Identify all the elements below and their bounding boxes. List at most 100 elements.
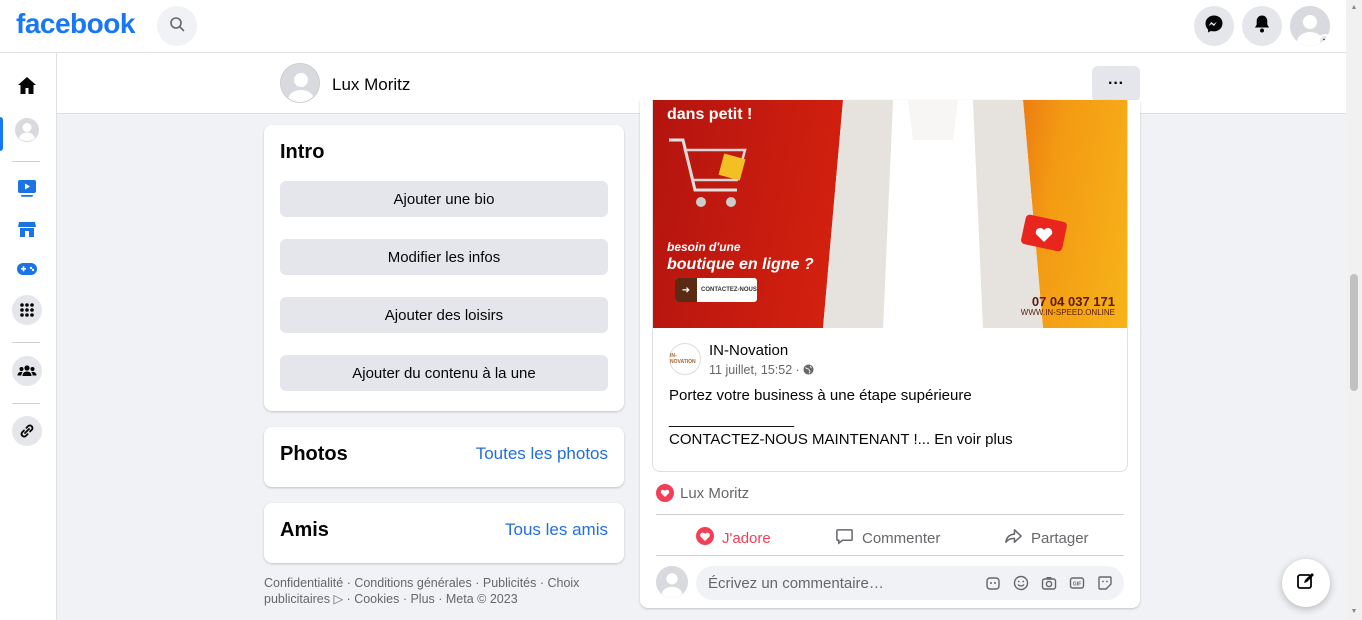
globe-icon (803, 363, 814, 377)
share-label: Partager (1031, 529, 1089, 547)
more-dots-icon: ··· (1108, 75, 1124, 92)
ad-website: WWW.IN-SPEED.ONLINE (1020, 308, 1115, 317)
shared-post[interactable]: dans petit ! besoin d'une boutique en li… (652, 100, 1128, 472)
rail-divider (12, 342, 40, 343)
gif-icon[interactable]: GIF (1068, 574, 1086, 592)
share-button[interactable]: Partager (1004, 522, 1089, 554)
page-avatar[interactable]: IN-NOVATION (669, 343, 701, 375)
more-options-button[interactable]: ··· (1092, 66, 1140, 102)
arrow-right-icon: ➜ (675, 278, 697, 302)
post-text-truncated: CONTACTEZ-NOUS MAINTENANT !... (669, 431, 931, 448)
reactor-name: Lux Moritz (680, 484, 750, 502)
ad-subline-1: besoin d'une (667, 240, 741, 254)
rail-gaming[interactable] (12, 256, 42, 286)
rail-groups[interactable] (12, 355, 42, 391)
see-all-photos-link[interactable]: Toutes les photos (476, 444, 608, 464)
see-more-link[interactable]: En voir plus (934, 431, 1012, 448)
comment-button[interactable]: Commenter (835, 522, 940, 554)
friends-title: Amis (280, 519, 329, 541)
post-card: dans petit ! besoin d'une boutique en li… (640, 100, 1140, 608)
rail-video[interactable] (12, 175, 42, 205)
photos-card: Photos Toutes les photos (264, 427, 624, 487)
rail-marketplace[interactable] (12, 216, 42, 246)
ad-contact-label: CONTACTEZ-NOUS (701, 287, 757, 293)
see-all-friends-link[interactable]: Tous les amis (505, 520, 608, 540)
share-icon (1004, 527, 1023, 550)
page-scrollbar[interactable]: ▲ ▼ (1346, 0, 1362, 620)
comment-input[interactable]: Écrivez un commentaire… GIF (696, 566, 1124, 600)
footer-line[interactable]: Confidentialité · Conditions générales ·… (264, 575, 624, 591)
left-rail (0, 53, 57, 620)
page-avatar-logo: IN-NOVATION (670, 353, 696, 365)
scroll-up-icon[interactable]: ▲ (1350, 4, 1358, 12)
chevron-down-icon: ▾ (1318, 34, 1330, 46)
ad-headline: dans petit ! (667, 106, 753, 123)
add-hobbies-button[interactable]: Ajouter des loisirs (280, 297, 608, 333)
messenger-button[interactable] (1194, 6, 1234, 46)
divider (656, 514, 1124, 515)
rail-home[interactable] (12, 73, 42, 103)
page-name[interactable]: IN-Novation (709, 342, 788, 359)
notifications-button[interactable] (1242, 6, 1282, 46)
search-icon (169, 16, 185, 37)
comment-label: Commenter (862, 529, 941, 547)
new-message-button[interactable] (1282, 559, 1330, 607)
love-reaction-icon (656, 484, 674, 502)
default-avatar-icon (656, 566, 688, 598)
post-body: Portez votre business à une étape supéri… (669, 386, 1119, 450)
rail-divider (12, 403, 40, 404)
friends-card: Amis Tous les amis (264, 503, 624, 563)
post-time-text: 11 juillet, 15:52 · (709, 363, 800, 377)
marketplace-icon (17, 219, 37, 244)
commenter-avatar[interactable] (656, 566, 688, 598)
post-text-line: CONTACTEZ-NOUS MAINTENANT !... En voir p… (669, 430, 1119, 450)
heart-icon (696, 527, 714, 549)
rail-link[interactable] (12, 415, 42, 451)
camera-icon[interactable] (1040, 574, 1058, 592)
emoji-icon[interactable] (1012, 574, 1030, 592)
ad-phone-number: 07 04 037 171 (1031, 294, 1115, 309)
gaming-icon (16, 261, 38, 282)
footer-line[interactable]: publicitaires ▷ · Cookies · Plus · Meta … (264, 591, 624, 607)
home-icon (16, 75, 38, 102)
top-bar: facebook ▾ (0, 0, 1346, 53)
add-bio-button[interactable]: Ajouter une bio (280, 181, 608, 217)
messenger-icon (1204, 14, 1224, 39)
heart-badge-icon (1021, 214, 1067, 252)
bell-icon (1253, 14, 1271, 39)
facebook-logo[interactable]: facebook (16, 8, 135, 40)
post-timestamp[interactable]: 11 juillet, 15:52 · (709, 363, 814, 377)
edit-details-button[interactable]: Modifier les infos (280, 239, 608, 275)
ad-subline-2: boutique en ligne ? (667, 256, 814, 273)
avatar-sticker-icon[interactable] (984, 574, 1002, 592)
rail-profile[interactable] (12, 117, 42, 147)
scrollbar-thumb[interactable] (1350, 274, 1358, 391)
rail-menu[interactable] (12, 294, 42, 327)
intro-card: Intro Ajouter une bio Modifier les infos… (264, 125, 624, 411)
search-button[interactable] (157, 6, 197, 46)
groups-icon (12, 355, 42, 391)
add-featured-button[interactable]: Ajouter du contenu à la une (280, 355, 608, 391)
footer-links[interactable]: Confidentialité · Conditions générales ·… (264, 575, 624, 607)
comment-icon (835, 527, 854, 550)
comment-tools: GIF (984, 574, 1114, 592)
comment-placeholder: Écrivez un commentaire… (708, 575, 884, 592)
sticker-icon[interactable] (1096, 574, 1114, 592)
svg-text:GIF: GIF (1073, 582, 1081, 588)
account-avatar[interactable]: ▾ (1290, 6, 1330, 46)
love-button[interactable]: J'adore (696, 522, 771, 554)
active-indicator (0, 117, 3, 151)
post-text-line: _______________ (669, 411, 795, 428)
scroll-down-icon[interactable]: ▼ (1350, 608, 1358, 616)
profile-name[interactable]: Lux Moritz (332, 75, 410, 95)
profile-avatar[interactable] (280, 63, 320, 103)
ad-contact-button: ➜ CONTACTEZ-NOUS (675, 278, 757, 302)
divider (656, 555, 1124, 556)
video-icon (17, 178, 37, 203)
default-avatar-icon (281, 64, 319, 102)
link-icon (12, 415, 42, 451)
person-illustration (823, 100, 1043, 328)
reactions-summary[interactable]: Lux Moritz (656, 484, 749, 502)
photos-title: Photos (280, 443, 348, 465)
ad-image[interactable]: dans petit ! besoin d'une boutique en li… (653, 100, 1127, 328)
